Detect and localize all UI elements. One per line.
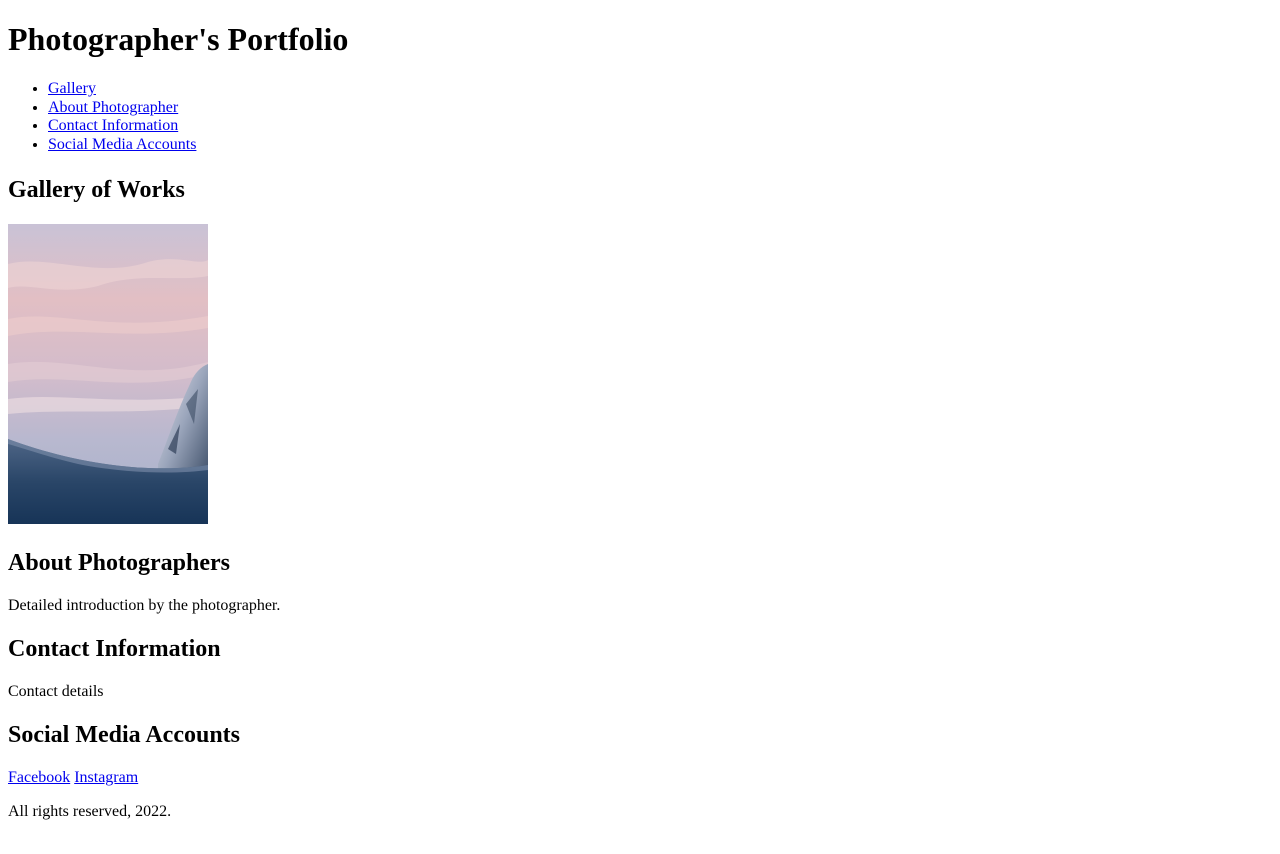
nav-item-social: Social Media Accounts (48, 136, 1272, 155)
nav-link-contact[interactable]: Contact Information (48, 117, 178, 134)
gallery-heading: Gallery of Works (8, 177, 185, 203)
nav-link-social[interactable]: Social Media Accounts (48, 136, 196, 153)
social-section: Social Media Accounts Facebook Instagram (8, 721, 1272, 787)
mountain-photo-image (8, 224, 208, 524)
main-nav: Gallery About Photographer Contact Infor… (8, 80, 1272, 154)
facebook-link[interactable]: Facebook (8, 769, 70, 786)
social-heading: Social Media Accounts (8, 722, 240, 748)
gallery-photo (8, 224, 208, 524)
instagram-link[interactable]: Instagram (74, 769, 138, 786)
social-links: Facebook Instagram (8, 769, 1272, 787)
about-section: About Photographers Detailed introductio… (8, 549, 1272, 615)
nav-item-gallery: Gallery (48, 80, 1272, 99)
nav-link-gallery[interactable]: Gallery (48, 80, 96, 97)
contact-heading: Contact Information (8, 636, 221, 662)
page: Photographer's Portfolio Gallery About P… (0, 21, 1280, 821)
footer-text: All rights reserved, 2022. (8, 803, 172, 820)
contact-section: Contact Information Contact details (8, 635, 1272, 701)
nav-link-about[interactable]: About Photographer (48, 99, 178, 116)
gallery-section: Gallery of Works (8, 176, 1272, 524)
nav-item-about: About Photographer (48, 99, 1272, 118)
about-heading: About Photographers (8, 550, 231, 576)
about-text: Detailed introduction by the photographe… (8, 597, 281, 614)
contact-text: Contact details (8, 683, 104, 700)
page-title: Photographer's Portfolio (8, 21, 349, 57)
footer: All rights reserved, 2022. (8, 803, 1272, 821)
nav-item-contact: Contact Information (48, 117, 1272, 136)
nav-list: Gallery About Photographer Contact Infor… (8, 80, 1272, 154)
